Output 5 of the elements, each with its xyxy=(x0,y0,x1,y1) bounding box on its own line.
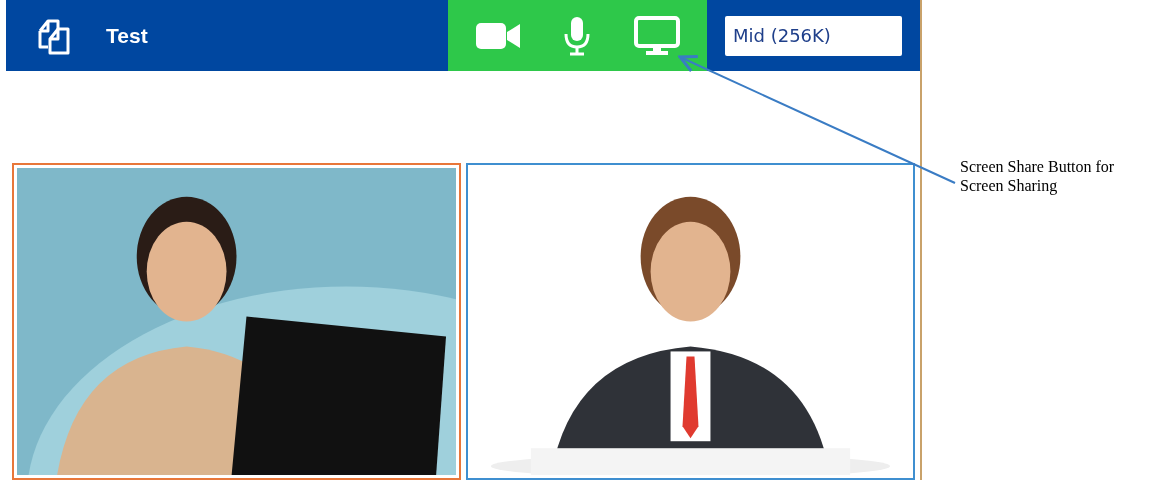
app-title: Test xyxy=(106,22,148,49)
annotation-text: Screen Share Button for Screen Sharing xyxy=(960,157,1116,195)
quality-field[interactable]: Mid (256K) xyxy=(725,15,902,56)
monitor-icon[interactable] xyxy=(634,15,681,56)
camera-icon[interactable] xyxy=(474,20,521,51)
